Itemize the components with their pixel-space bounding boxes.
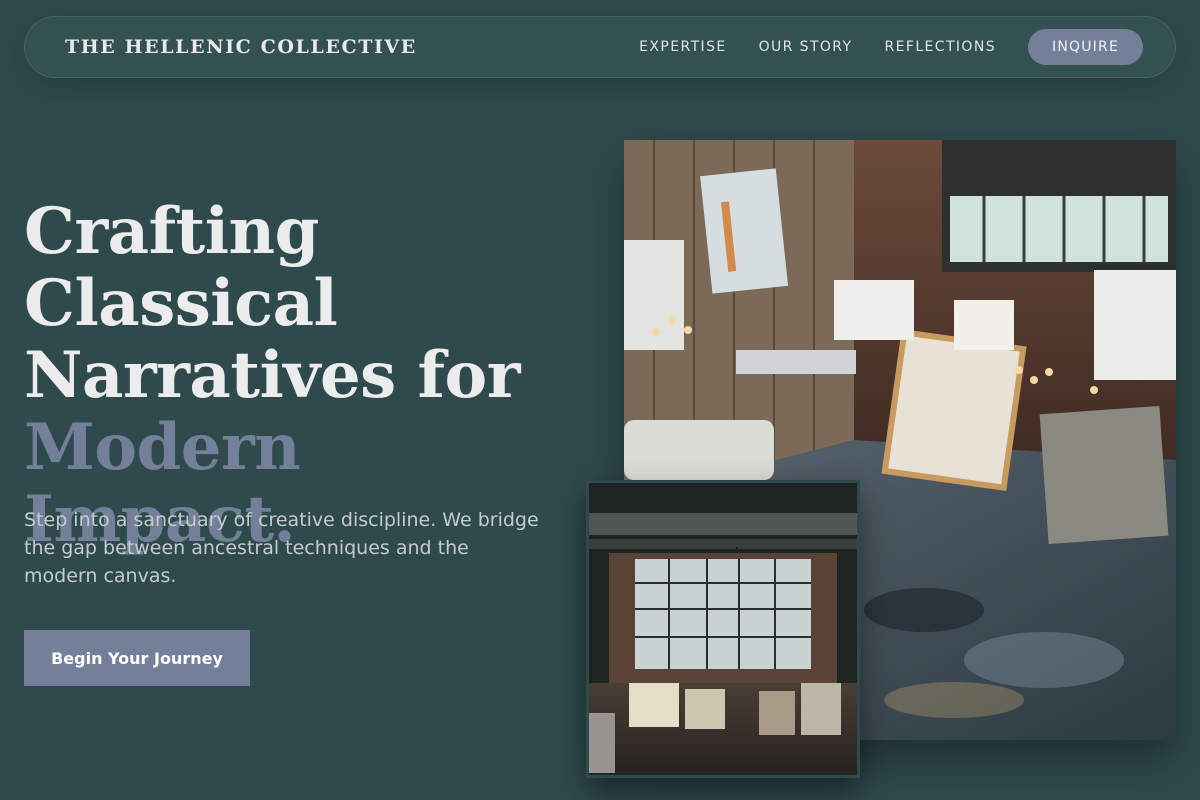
begin-journey-button[interactable]: Begin Your Journey (24, 630, 250, 686)
headline-line-1: Crafting (24, 194, 319, 269)
hero-headline: Crafting Classical Narratives for Modern… (24, 196, 584, 556)
nav-links: EXPERTISE OUR STORY REFLECTIONS INQUIRE (639, 29, 1143, 65)
inquire-button[interactable]: INQUIRE (1028, 29, 1143, 65)
studio-interior-image (586, 480, 860, 778)
headline-line-3: Narratives for (24, 338, 520, 413)
hero-subtitle: Step into a sanctuary of creative discip… (24, 509, 539, 587)
brand-logo[interactable]: THE HELLENIC COLLECTIVE (65, 36, 417, 58)
top-nav: THE HELLENIC COLLECTIVE EXPERTISE OUR ST… (24, 16, 1176, 78)
nav-link-reflections[interactable]: REFLECTIONS (885, 39, 997, 55)
nav-link-expertise[interactable]: EXPERTISE (639, 39, 726, 55)
nav-link-our-story[interactable]: OUR STORY (759, 39, 853, 55)
headline-line-2: Classical (24, 266, 338, 341)
